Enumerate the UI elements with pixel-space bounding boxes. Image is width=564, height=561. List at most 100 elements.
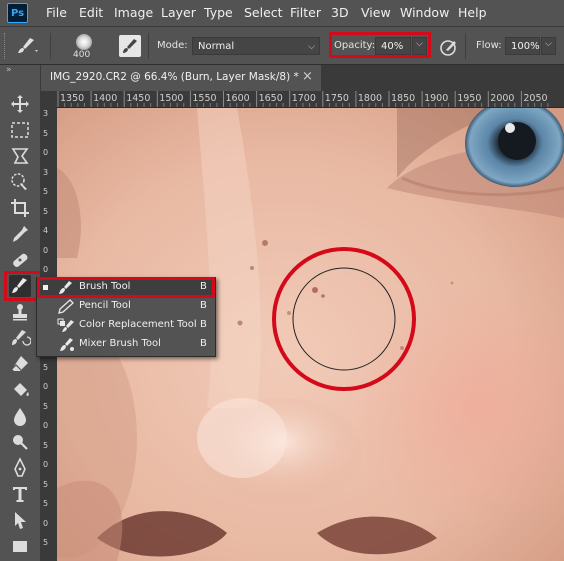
ruler-vertical-digit: 5 — [43, 187, 49, 196]
ruler-tick-label: 1700 — [291, 93, 316, 104]
flow-slider-toggle[interactable]: ⌵ — [541, 37, 556, 55]
dodge-icon — [13, 435, 28, 450]
flyout-item-shortcut: B — [200, 319, 207, 330]
ruler-tick-label: 1400 — [93, 93, 118, 104]
ruler-tick-label: 1350 — [60, 93, 85, 104]
options-bar: 400 Mode: Normal ⌵ Opacity: 40% ⌵ Flow: … — [0, 27, 564, 65]
opacity-label: Opacity: — [334, 40, 376, 51]
pen-tool[interactable] — [9, 457, 31, 479]
ruler-vertical-digit: 5 — [43, 538, 49, 547]
photoshop-logo[interactable]: Ps — [7, 3, 28, 23]
blur-tool[interactable] — [9, 405, 31, 427]
eraser-tool[interactable] — [9, 353, 31, 375]
collapse-panel-icon[interactable]: » — [6, 65, 12, 75]
menu-image[interactable]: Image — [114, 5, 153, 20]
rectangle-icon — [13, 541, 27, 552]
type-tool[interactable] — [9, 483, 31, 505]
move-tool[interactable] — [9, 93, 31, 115]
tools-panel: » — [0, 65, 41, 561]
menu-file[interactable]: File — [46, 5, 67, 20]
flyout-item-label: Color Replacement Tool — [79, 319, 197, 330]
ruler-tick-label: 1900 — [424, 93, 449, 104]
close-icon[interactable]: × — [302, 69, 313, 84]
menu-view[interactable]: View — [361, 5, 391, 20]
paint-bucket-tool[interactable] — [9, 379, 31, 401]
path-selection-icon — [15, 512, 26, 529]
ruler-vertical-digit: 5 — [43, 499, 49, 508]
menu-help[interactable]: Help — [458, 5, 487, 20]
ruler-vertical-digit: 0 — [43, 148, 49, 157]
eyedropper-tool[interactable] — [9, 223, 31, 245]
ruler-vertical-digit: 0 — [43, 460, 49, 469]
pencil-icon — [58, 299, 74, 314]
clone-stamp-tool[interactable] — [9, 301, 31, 323]
ruler-vertical-digit: 5 — [43, 479, 49, 489]
history-brush-tool[interactable] — [9, 327, 32, 349]
chevron-down-icon: ⌵ — [308, 42, 315, 52]
stamp-icon — [13, 304, 27, 321]
crop-icon — [11, 199, 29, 217]
crop-tool[interactable] — [9, 197, 31, 219]
pen-pressure-icon — [440, 40, 456, 56]
chevron-down-icon: ⌵ — [416, 39, 423, 49]
ruler-tick-label: 2050 — [523, 93, 548, 104]
mode-select[interactable]: Normal ⌵ — [192, 37, 320, 55]
menu-layer[interactable]: Layer — [161, 5, 196, 20]
mixer-brush-icon — [60, 338, 74, 351]
document-tab[interactable]: IMG_2920.CR2 @ 66.4% (Burn, Layer Mask/8… — [41, 65, 321, 91]
menu-window[interactable]: Window — [400, 5, 449, 20]
flyout-item-shortcut: B — [200, 300, 207, 311]
ruler-vertical-digit: 0 — [43, 518, 49, 528]
brush-tip-preview — [76, 34, 92, 50]
rectangle-tool[interactable] — [9, 535, 31, 557]
eraser-icon — [11, 356, 28, 371]
flyout-item-color-replacement[interactable]: Color Replacement Tool B — [37, 316, 215, 335]
bandage-icon — [13, 253, 28, 267]
mode-label: Mode: — [157, 40, 188, 51]
ruler-vertical-digit: 0 — [43, 421, 49, 430]
tool-preset-picker[interactable] — [14, 35, 40, 57]
brush-size-value: 400 — [73, 50, 91, 60]
flyout-item-mixer-brush[interactable]: Mixer Brush Tool B — [37, 335, 215, 354]
ruler-vertical-digit: 5 — [43, 206, 49, 216]
mode-value: Normal — [198, 41, 235, 52]
lasso-tool[interactable] — [9, 145, 31, 167]
quick-selection-tool[interactable] — [9, 171, 31, 193]
ruler-vertical-digit: 3 — [43, 109, 49, 118]
menu-3d[interactable]: 3D — [331, 5, 349, 20]
ruler-vertical-digit: 4 — [43, 226, 49, 235]
quick-selection-icon — [11, 173, 27, 190]
flyout-item-pencil[interactable]: Pencil Tool B — [37, 297, 215, 316]
ruler-vertical-digit: 5 — [43, 362, 49, 372]
menu-select[interactable]: Select — [244, 5, 283, 20]
flow-field[interactable]: 100% — [505, 37, 540, 55]
menu-edit[interactable]: Edit — [79, 5, 103, 20]
pressure-opacity-button[interactable] — [437, 36, 459, 58]
ruler-tick-label: 1850 — [391, 93, 416, 104]
ruler-vertical-digit: 5 — [43, 128, 49, 138]
brush-settings-toggle[interactable] — [119, 35, 141, 57]
marquee-tool[interactable] — [9, 119, 31, 141]
type-icon — [13, 487, 27, 502]
brush-size-picker[interactable]: 400 — [70, 33, 100, 63]
flyout-item-label: Mixer Brush Tool — [79, 338, 161, 349]
lasso-icon — [11, 148, 29, 164]
options-grip[interactable] — [4, 33, 8, 59]
menu-type[interactable]: Type — [204, 5, 233, 20]
color-replacement-icon — [57, 318, 74, 332]
paint-bucket-icon — [14, 383, 29, 396]
opacity-field[interactable]: 40% — [375, 37, 411, 55]
ruler-tick-label: 1500 — [159, 93, 184, 104]
opacity-slider-toggle[interactable]: ⌵ — [412, 37, 427, 55]
flow-label: Flow: — [476, 40, 502, 51]
menu-filter[interactable]: Filter — [290, 5, 321, 20]
brush-tool-highlight — [4, 271, 40, 301]
ruler-vertical-digit: 0 — [43, 245, 49, 255]
ruler-tick-label: 2000 — [490, 93, 515, 104]
path-selection-tool[interactable] — [9, 509, 31, 531]
healing-brush-tool[interactable] — [9, 249, 31, 271]
brush-settings-icon — [123, 39, 137, 53]
dodge-tool[interactable] — [9, 431, 31, 453]
ruler-tick-label: 1600 — [225, 93, 250, 104]
ruler-tick-label: 1800 — [357, 93, 383, 104]
